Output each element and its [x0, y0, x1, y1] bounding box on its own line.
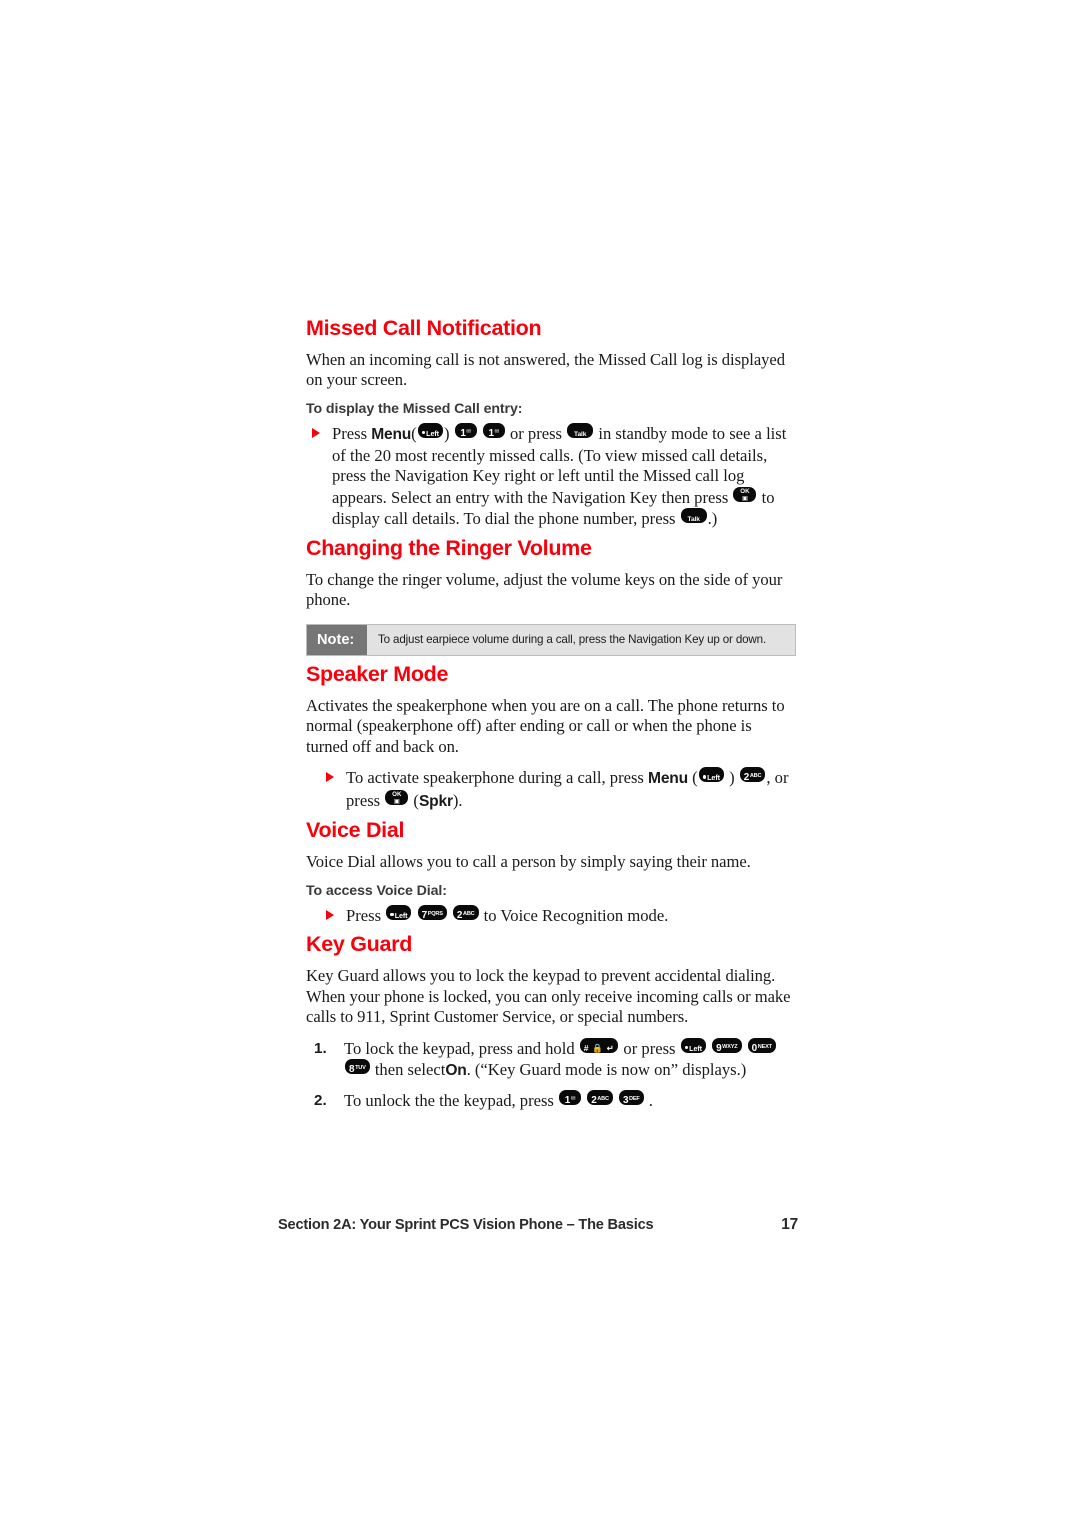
page-number: 17 — [781, 1216, 798, 1233]
step-text-c: then select — [374, 1060, 446, 1080]
bullet-text-spkr-close: ). — [452, 790, 463, 810]
step-text-on: On — [445, 1062, 467, 1080]
step-text-a: To unlock the the keypad, press — [344, 1090, 554, 1110]
note-text: To adjust earpiece volume during a call,… — [378, 632, 767, 646]
manual-page: Missed Call Notification When an incomin… — [0, 0, 1080, 1528]
bullet-access-voice-dial: Press Left 7PQRS 2ABC to Voice Recogniti… — [306, 904, 796, 927]
triangle-bullet-icon — [326, 909, 334, 920]
left-softkey-icon: Left — [386, 904, 412, 920]
key-7-icon: 7PQRS — [417, 904, 447, 920]
bullet-activate-speakerphone: To activate speakerphone during a call, … — [306, 767, 796, 812]
step-text-d: . (“Key Guard mode is now on” displays.) — [466, 1060, 747, 1080]
bullet-text-tail: to Voice Recognition mode. — [483, 905, 669, 925]
key-9-icon: 9WXYZ — [712, 1037, 742, 1053]
paragraph-voice-dial: Voice Dial allows you to call a person b… — [306, 852, 751, 872]
step-text-a: To lock the keypad, press and hold — [344, 1038, 575, 1058]
triangle-bullet-icon — [312, 427, 320, 438]
key-8-icon: 8TUV — [345, 1059, 370, 1075]
heading-voice-dial: Voice Dial — [306, 818, 405, 843]
bullet-text-press: Press — [346, 905, 382, 925]
talk-key-icon: Talk — [680, 508, 707, 524]
heading-changing-the-ringer-volume: Changing the Ringer Volume — [306, 535, 592, 560]
key-1-icon: 1✉ — [482, 422, 505, 438]
key-1-icon: 1✉ — [454, 422, 477, 438]
heading-speaker-mode: Speaker Mode — [306, 661, 449, 686]
list-item: 1. To lock the keypad, press and hold # … — [306, 1037, 796, 1082]
paragraph-missed-call-notification: When an incoming call is not answered, t… — [306, 349, 785, 390]
bullet-text-or-press: or press — [509, 423, 563, 443]
step-text-b: or press — [623, 1038, 676, 1058]
bullet-text-open-paren: ( — [411, 423, 417, 443]
left-softkey-icon: Left — [680, 1037, 706, 1053]
left-softkey-icon: Left — [698, 767, 724, 783]
note-box: Note: To adjust earpiece volume during a… — [306, 623, 796, 656]
bullet-text-open-paren: ( — [692, 768, 698, 788]
footer-section-title: Section 2A: Your Sprint PCS Vision Phone… — [278, 1217, 654, 1233]
bullet-text-tail-3: .) — [707, 509, 718, 529]
pound-lock-key-icon: # 🔒 ↵ — [579, 1037, 619, 1053]
key-0-icon: 0NEXT — [747, 1037, 776, 1053]
bullet-display-missed-call-entry: Press Menu(Left) 1✉ 1✉ or press Talk in … — [306, 422, 796, 530]
paragraph-changing-the-ringer-volume: To change the ringer volume, adjust the … — [306, 569, 783, 610]
triangle-bullet-icon — [326, 772, 334, 783]
key-guard-steps: 1. To lock the keypad, press and hold # … — [306, 1037, 796, 1112]
heading-missed-call-notification: Missed Call Notification — [306, 316, 542, 340]
ok-key-icon: OK ▣ — [733, 486, 757, 502]
ok-key-icon: OK ▣ — [385, 789, 409, 805]
bullet-text-menu: Menu — [371, 425, 412, 443]
heading-key-guard: Key Guard — [306, 932, 413, 957]
key-2-icon: 2ABC — [452, 904, 479, 920]
note-label: Note: — [307, 624, 367, 655]
paragraph-key-guard: Key Guard allows you to lock the keypad … — [306, 966, 791, 1027]
talk-key-icon: Talk — [567, 422, 594, 438]
paragraph-speaker-mode: Activates the speakerphone when you are … — [306, 695, 785, 756]
key-2-icon: 2ABC — [739, 767, 766, 783]
bullet-text-close-paren: ) — [729, 768, 735, 788]
bullet-text-lead: To activate speakerphone during a call, … — [346, 768, 644, 788]
key-3-icon: 3DEF — [618, 1089, 644, 1105]
key-1-icon: 1✉ — [559, 1089, 582, 1105]
subheading-access-voice-dial: To access Voice Dial: — [306, 882, 447, 899]
bullet-text-spkr: Spkr — [418, 792, 453, 810]
bullet-text-press: Press — [332, 423, 368, 443]
step-number: 2. — [314, 1091, 327, 1109]
page-footer: Section 2A: Your Sprint PCS Vision Phone… — [278, 1216, 798, 1234]
bullet-text-comma: , — [766, 768, 771, 788]
step-text-b: . — [648, 1090, 653, 1110]
bullet-text-menu: Menu — [648, 770, 688, 788]
bullet-text-close-paren: ) — [443, 423, 450, 443]
page-content: Missed Call Notification When an incomin… — [306, 316, 796, 1119]
key-2-icon: 2ABC — [587, 1089, 613, 1105]
list-item: 2. To unlock the the keypad, press 1✉ 2A… — [306, 1089, 796, 1112]
left-softkey-icon: Left — [417, 422, 443, 438]
subheading-display-missed-call-entry: To display the Missed Call entry: — [306, 400, 523, 417]
step-number: 1. — [314, 1039, 327, 1057]
